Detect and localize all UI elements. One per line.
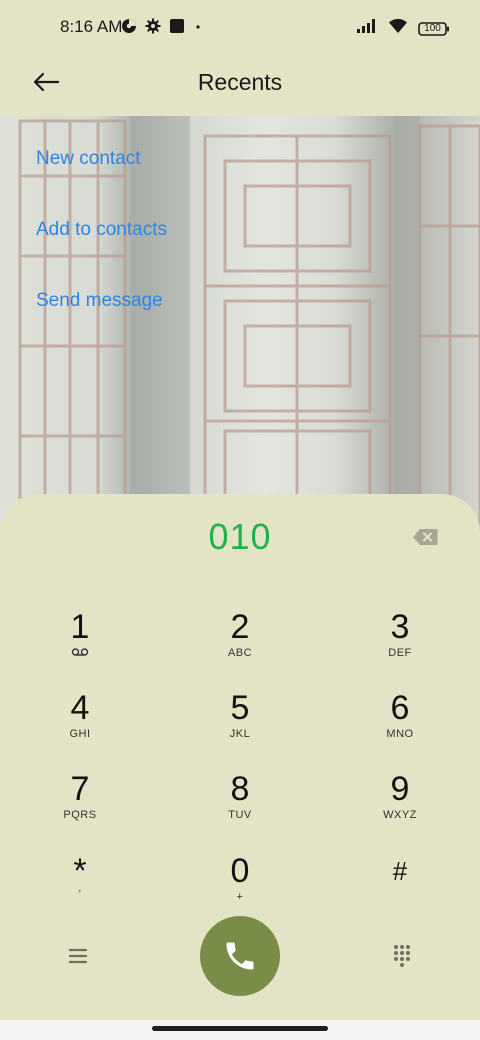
data-saver-icon	[121, 18, 137, 39]
backspace-icon	[413, 529, 438, 545]
square-icon	[169, 18, 185, 39]
key-digit: 7	[70, 770, 90, 808]
key-digit: 9	[390, 770, 410, 808]
status-time: 8:16 AM	[60, 17, 123, 36]
wallpaper-background	[0, 116, 480, 536]
key-2[interactable]: 2 ABC	[180, 606, 300, 682]
dialer-panel: 010 1 2 ABC 3 DEF 4 GHI 5 JKL 6 MNO 7 PQ…	[0, 494, 480, 1040]
key-1[interactable]: 1	[20, 606, 140, 682]
add-to-contacts-link[interactable]: Add to contacts	[36, 219, 167, 241]
key-letters: PQRS	[63, 809, 97, 821]
key-6[interactable]: 6 MNO	[340, 687, 460, 763]
keypad-toggle-button[interactable]	[388, 942, 416, 970]
status-right-icons: 100	[356, 18, 450, 39]
battery-icon: 100	[418, 21, 450, 37]
key-digit: 8	[230, 770, 250, 808]
key-hash[interactable]: #	[340, 850, 460, 926]
call-button[interactable]	[200, 916, 280, 996]
phone-icon	[226, 942, 254, 970]
key-digit: 2	[230, 608, 250, 646]
voicemail-icon	[71, 647, 89, 661]
dialpad-icon	[394, 945, 410, 967]
key-letters: DEF	[388, 647, 412, 659]
signal-icon	[356, 18, 378, 39]
key-letters: ,	[78, 882, 82, 894]
key-digit: 0	[230, 852, 250, 890]
dialed-number[interactable]: 010	[0, 516, 480, 558]
key-letters: GHI	[69, 728, 91, 740]
home-indicator[interactable]	[152, 1026, 328, 1031]
key-5[interactable]: 5 JKL	[180, 687, 300, 763]
status-bar: 8:16 AM 100	[0, 0, 480, 56]
menu-icon	[68, 948, 88, 964]
wallpaper-veil	[0, 116, 480, 536]
key-digit: 5	[230, 689, 250, 727]
key-3[interactable]: 3 DEF	[340, 606, 460, 682]
wifi-icon	[388, 18, 408, 39]
key-letters: MNO	[386, 728, 414, 740]
key-8[interactable]: 8 TUV	[180, 768, 300, 844]
key-letters: ABC	[227, 647, 253, 659]
key-digit: #	[392, 856, 408, 886]
battery-level: 100	[424, 22, 441, 34]
key-digit: 1	[70, 608, 90, 646]
key-letters: +	[236, 891, 244, 903]
key-0[interactable]: 0 +	[180, 850, 300, 926]
dot-icon	[193, 18, 203, 39]
new-contact-link[interactable]: New contact	[36, 148, 141, 170]
send-message-link[interactable]: Send message	[36, 290, 163, 312]
key-letters: TUV	[228, 809, 252, 821]
key-digit: 4	[70, 689, 90, 727]
settings-icon	[145, 18, 161, 39]
key-letters: JKL	[229, 728, 251, 740]
key-9[interactable]: 9 WXYZ	[340, 768, 460, 844]
menu-button[interactable]	[64, 944, 92, 968]
key-digit: 3	[390, 608, 410, 646]
page-title: Recents	[197, 69, 283, 95]
status-left-icons	[121, 18, 203, 39]
header: Recents	[0, 56, 480, 116]
backspace-button[interactable]	[412, 528, 442, 548]
key-star[interactable]: * ,	[20, 850, 140, 926]
key-digit: 6	[390, 689, 410, 727]
key-7[interactable]: 7 PQRS	[20, 768, 140, 844]
key-letters: WXYZ	[383, 809, 417, 821]
key-4[interactable]: 4 GHI	[20, 687, 140, 763]
